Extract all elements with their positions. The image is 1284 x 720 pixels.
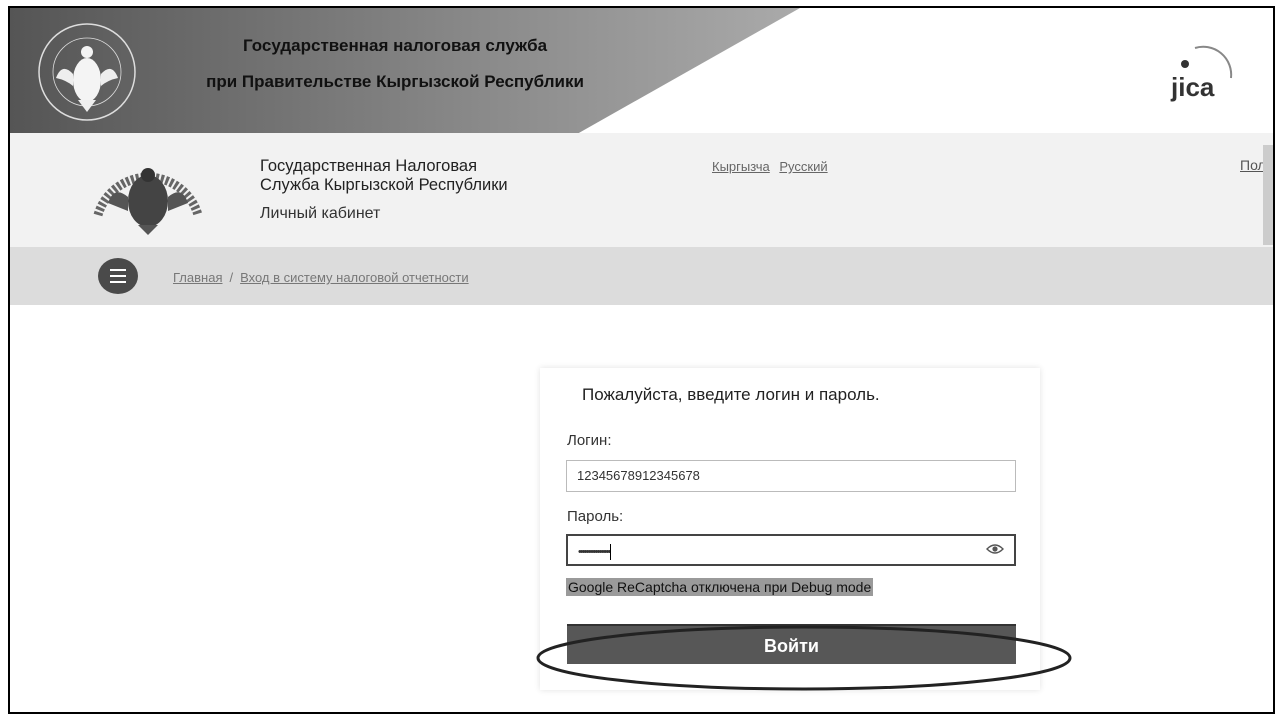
login-input-value: 12345678912345678 (577, 468, 700, 483)
slide-frame: Государственная налоговая служба при Пра… (8, 6, 1275, 714)
text-caret (610, 543, 612, 560)
password-input-value: ••••••••••••••••• (578, 546, 611, 558)
language-switcher: Кыргызча Русский (712, 159, 834, 174)
lang-kyrgyz-link[interactable]: Кыргызча (712, 159, 770, 174)
recaptcha-debug-note: Google ReCaptcha отключена при Debug mod… (566, 578, 874, 596)
highlight-ellipse (536, 625, 1072, 691)
password-label: Пароль: (567, 508, 624, 525)
lang-russian-link[interactable]: Русский (779, 159, 827, 174)
site-emblem-logo[interactable] (80, 145, 215, 237)
hamburger-icon (110, 267, 126, 285)
scrollbar[interactable] (1263, 145, 1273, 245)
banner-title-line1: Государственная налоговая служба (242, 36, 548, 55)
password-input[interactable]: ••••••••••••••••• (566, 534, 1016, 566)
tax-service-emblem (38, 23, 136, 121)
menu-button[interactable] (98, 258, 138, 294)
breadcrumb-home-link[interactable]: Главная (173, 270, 222, 285)
breadcrumb-bar: Главная / Вход в систему налоговой отчетно… (10, 247, 1273, 305)
login-label: Логин: (567, 432, 612, 449)
breadcrumb-current-link[interactable]: Вход в систему налоговой отчетности (240, 270, 469, 285)
banner-title: Государственная налоговая служба при Пра… (160, 28, 630, 100)
breadcrumb: Главная / Вход в систему налоговой отчетно… (173, 270, 469, 285)
banner-title-line2: при Правительстве Кыргызской Республики (206, 72, 584, 91)
site-name-line1: Государственная Налоговая (260, 157, 478, 175)
site-name: Государственная Налоговая Служба Кыргызс… (260, 157, 508, 195)
slide-banner: Государственная налоговая служба при Пра… (10, 8, 1273, 133)
eye-icon[interactable] (986, 542, 1004, 556)
login-input[interactable]: 12345678912345678 (566, 460, 1016, 492)
personal-cabinet-label: Личный кабинет (260, 205, 381, 222)
breadcrumb-separator: / (229, 270, 234, 285)
login-title: Пожалуйста, введите логин и пароль. (582, 385, 880, 404)
jica-logo-text: jica (1170, 72, 1215, 102)
site-header: Государственная Налоговая Служба Кыргызс… (10, 133, 1273, 247)
jica-logo: jica (1170, 45, 1233, 102)
site-name-line2: Служба Кыргызской Республики (260, 176, 508, 194)
